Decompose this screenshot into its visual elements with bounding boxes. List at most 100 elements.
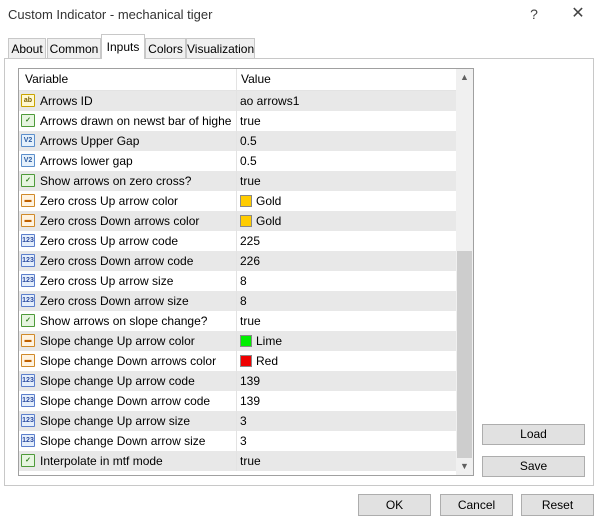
grid-row[interactable]: 123 Slope change Down arrow code 139 xyxy=(19,391,456,411)
grid-row[interactable]: ✓ Show arrows on zero cross? true xyxy=(19,171,456,191)
row-divider xyxy=(236,331,237,351)
row-divider xyxy=(236,311,237,331)
row-variable-name: Zero cross Down arrow size xyxy=(40,294,189,308)
grid-row[interactable]: 123 Zero cross Up arrow code 225 xyxy=(19,231,456,251)
row-variable-name: Arrows lower gap xyxy=(40,154,133,168)
row-value[interactable]: 0.5 xyxy=(240,154,257,168)
double-type-icon: V2 xyxy=(21,154,35,167)
row-value[interactable]: 8 xyxy=(240,274,247,288)
scroll-thumb[interactable] xyxy=(457,251,472,458)
row-divider xyxy=(236,291,237,311)
integer-type-icon: 123 xyxy=(21,234,35,247)
cancel-button[interactable]: Cancel xyxy=(440,494,513,516)
row-variable-name: Slope change Up arrow size xyxy=(40,414,191,428)
header-variable[interactable]: Variable xyxy=(25,72,68,86)
close-icon[interactable]: ✕ xyxy=(567,4,589,24)
row-divider xyxy=(236,231,237,251)
boolean-type-icon: ✓ xyxy=(21,174,35,187)
load-button[interactable]: Load xyxy=(482,424,585,445)
header-value[interactable]: Value xyxy=(241,72,271,86)
grid-row[interactable]: 123 Slope change Up arrow size 3 xyxy=(19,411,456,431)
row-divider xyxy=(236,371,237,391)
grid-row[interactable]: ▬ Zero cross Down arrows color Gold xyxy=(19,211,456,231)
row-divider xyxy=(236,131,237,151)
row-variable-name: Arrows ID xyxy=(40,94,93,108)
row-divider xyxy=(236,151,237,171)
row-value[interactable]: ao arrows1 xyxy=(240,94,299,108)
row-variable-name: Slope change Down arrow code xyxy=(40,394,211,408)
color-swatch[interactable] xyxy=(240,215,252,227)
grid-row[interactable]: 123 Slope change Up arrow code 139 xyxy=(19,371,456,391)
row-value[interactable]: true xyxy=(240,174,261,188)
grid-row[interactable]: ✓ Interpolate in mtf mode true xyxy=(19,451,456,471)
row-variable-name: Slope change Up arrow color xyxy=(40,334,195,348)
integer-type-icon: 123 xyxy=(21,434,35,447)
row-value[interactable]: 226 xyxy=(240,254,260,268)
color-swatch[interactable] xyxy=(240,355,252,367)
color-swatch[interactable] xyxy=(240,335,252,347)
row-variable-name: Zero cross Up arrow color xyxy=(40,194,179,208)
grid-row[interactable]: 123 Zero cross Down arrow size 8 xyxy=(19,291,456,311)
row-divider xyxy=(236,351,237,371)
row-variable-name: Arrows drawn on newst bar of higher ti..… xyxy=(40,114,232,128)
row-value[interactable]: 225 xyxy=(240,234,260,248)
tab-common[interactable]: Common xyxy=(47,38,101,58)
integer-type-icon: 123 xyxy=(21,414,35,427)
grid-header: Variable Value xyxy=(19,69,456,91)
scroll-down-icon[interactable]: ▼ xyxy=(456,458,473,475)
row-value[interactable]: Gold xyxy=(256,214,281,228)
row-value[interactable]: Red xyxy=(256,354,278,368)
boolean-type-icon: ✓ xyxy=(21,314,35,327)
row-value[interactable]: true xyxy=(240,314,261,328)
grid-row[interactable]: ✓ Arrows drawn on newst bar of higher ti.… xyxy=(19,111,456,131)
tab-colors[interactable]: Colors xyxy=(145,38,186,58)
grid-row[interactable]: V2 Arrows lower gap 0.5 xyxy=(19,151,456,171)
scroll-up-icon[interactable]: ▲ xyxy=(456,69,473,86)
tab-strip: About Common Inputs Colors Visualization xyxy=(0,32,599,59)
integer-type-icon: 123 xyxy=(21,294,35,307)
row-value[interactable]: 139 xyxy=(240,374,260,388)
row-value[interactable]: true xyxy=(240,454,261,468)
row-divider xyxy=(236,451,237,471)
header-divider[interactable] xyxy=(236,69,237,91)
tab-inputs[interactable]: Inputs xyxy=(101,34,145,59)
tab-visualization[interactable]: Visualization xyxy=(186,38,255,58)
row-variable-name: Zero cross Up arrow code xyxy=(40,234,179,248)
color-type-icon: ▬ xyxy=(21,194,35,207)
row-variable-name: Show arrows on zero cross? xyxy=(40,174,192,188)
integer-type-icon: 123 xyxy=(21,254,35,267)
grid-row[interactable]: ▬ Slope change Down arrows color Red xyxy=(19,351,456,371)
row-divider xyxy=(236,411,237,431)
grid-row[interactable]: 123 Slope change Down arrow size 3 xyxy=(19,431,456,451)
row-variable-name: Zero cross Up arrow size xyxy=(40,274,174,288)
grid-row[interactable]: ab Arrows ID ao arrows1 xyxy=(19,91,456,111)
help-icon[interactable]: ? xyxy=(523,4,545,24)
grid-row[interactable]: ▬ Zero cross Up arrow color Gold xyxy=(19,191,456,211)
grid-row[interactable]: ✓ Show arrows on slope change? true xyxy=(19,311,456,331)
row-divider xyxy=(236,431,237,451)
grid-row[interactable]: ▬ Slope change Up arrow color Lime xyxy=(19,331,456,351)
boolean-type-icon: ✓ xyxy=(21,114,35,127)
grid-row[interactable]: V2 Arrows Upper Gap 0.5 xyxy=(19,131,456,151)
row-divider xyxy=(236,191,237,211)
row-divider xyxy=(236,211,237,231)
row-value[interactable]: Gold xyxy=(256,194,281,208)
row-value[interactable]: 3 xyxy=(240,414,247,428)
save-button[interactable]: Save xyxy=(482,456,585,477)
vertical-scrollbar[interactable]: ▲ ▼ xyxy=(456,69,473,475)
color-swatch[interactable] xyxy=(240,195,252,207)
grid-row[interactable]: 123 Zero cross Up arrow size 8 xyxy=(19,271,456,291)
row-value[interactable]: 8 xyxy=(240,294,247,308)
row-divider xyxy=(236,111,237,131)
integer-type-icon: 123 xyxy=(21,274,35,287)
row-divider xyxy=(236,391,237,411)
row-value[interactable]: 3 xyxy=(240,434,247,448)
row-value[interactable]: true xyxy=(240,114,261,128)
row-value[interactable]: 0.5 xyxy=(240,134,257,148)
reset-button[interactable]: Reset xyxy=(521,494,594,516)
row-value[interactable]: 139 xyxy=(240,394,260,408)
ok-button[interactable]: OK xyxy=(358,494,431,516)
row-value[interactable]: Lime xyxy=(256,334,282,348)
tab-about[interactable]: About xyxy=(8,38,46,58)
grid-row[interactable]: 123 Zero cross Down arrow code 226 xyxy=(19,251,456,271)
